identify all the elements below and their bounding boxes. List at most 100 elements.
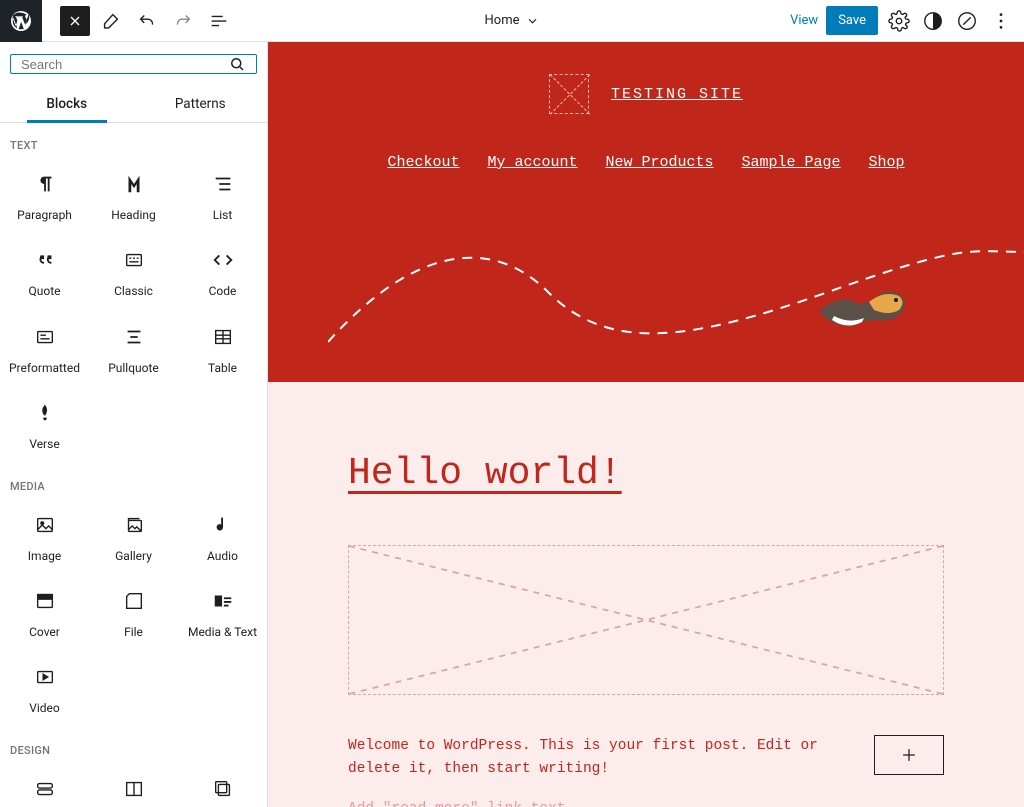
video-icon: [33, 665, 57, 689]
document-overview-button[interactable]: [204, 6, 234, 36]
topbar-right: View Save: [790, 6, 1024, 35]
site-logo-placeholder[interactable]: [549, 74, 589, 114]
post-excerpt[interactable]: Welcome to WordPress. This is your first…: [348, 735, 844, 781]
block-buttons[interactable]: [0, 763, 89, 807]
plus-icon: [899, 745, 919, 765]
section-title-text: TEXT: [0, 123, 267, 158]
post-title-link[interactable]: Hello world!: [348, 452, 944, 495]
options-button[interactable]: [988, 8, 1014, 34]
gallery-icon: [122, 513, 146, 537]
block-gallery[interactable]: Gallery: [89, 499, 178, 575]
readmore-placeholder[interactable]: Add "read more" link text: [348, 801, 844, 807]
classic-icon: [122, 248, 146, 272]
styles-icon: [922, 10, 944, 32]
block-audio[interactable]: Audio: [178, 499, 267, 575]
nav-item-shop[interactable]: Shop: [869, 154, 905, 171]
block-pullquote[interactable]: Pullquote: [89, 311, 178, 387]
preformatted-icon: [33, 325, 57, 349]
site-title[interactable]: TESTING SITE: [611, 86, 743, 103]
verse-icon: [33, 401, 57, 425]
search-input[interactable]: [21, 57, 228, 72]
tab-blocks[interactable]: Blocks: [0, 84, 134, 122]
image-icon: [33, 513, 57, 537]
inserter-search[interactable]: [10, 54, 257, 74]
heading-icon: [122, 172, 146, 196]
add-block-button[interactable]: [874, 735, 944, 775]
block-heading[interactable]: Heading: [89, 158, 178, 234]
undo-icon: [136, 10, 158, 32]
tab-patterns[interactable]: Patterns: [134, 84, 268, 122]
block-media-text[interactable]: Media & Text: [178, 575, 267, 651]
close-inserter-button[interactable]: [60, 6, 90, 36]
block-classic[interactable]: Classic: [89, 234, 178, 310]
undo-button[interactable]: [132, 6, 162, 36]
block-quote[interactable]: Quote: [0, 234, 89, 310]
bird-illustration: [814, 282, 914, 342]
block-paragraph[interactable]: Paragraph: [0, 158, 89, 234]
excerpt-row: Welcome to WordPress. This is your first…: [348, 735, 944, 807]
settings-button[interactable]: [886, 8, 912, 34]
nav-item-new-products[interactable]: New Products: [605, 154, 713, 171]
wordpress-logo-button[interactable]: [0, 0, 42, 42]
nav-item-checkout[interactable]: Checkout: [387, 154, 459, 171]
block-grid-media: Image Gallery Audio Cover File Media & T…: [0, 499, 267, 728]
block-inserter-panel: Blocks Patterns TEXT Paragraph Heading L…: [0, 42, 268, 807]
block-verse[interactable]: Verse: [0, 387, 89, 463]
section-title-media: MEDIA: [0, 464, 267, 499]
block-video[interactable]: Video: [0, 651, 89, 727]
block-preformatted[interactable]: Preformatted: [0, 311, 89, 387]
block-group[interactable]: [178, 763, 267, 807]
editor-canvas[interactable]: TESTING SITE Checkout My account New Pro…: [268, 42, 1024, 807]
cover-icon: [33, 589, 57, 613]
topbar-left: [0, 0, 234, 41]
document-title: Home: [485, 13, 520, 28]
document-title-dropdown[interactable]: Home: [485, 13, 540, 28]
view-link[interactable]: View: [790, 13, 818, 28]
revisions-button[interactable]: [954, 8, 980, 34]
search-icon: [228, 55, 246, 73]
quote-icon: [33, 248, 57, 272]
group-icon: [211, 777, 235, 801]
styles-button[interactable]: [920, 8, 946, 34]
a11y-icon: [956, 10, 978, 32]
columns-icon: [122, 777, 146, 801]
block-grid-design: [0, 763, 267, 807]
site-header-block[interactable]: TESTING SITE Checkout My account New Pro…: [268, 42, 1024, 382]
block-image[interactable]: Image: [0, 499, 89, 575]
save-button[interactable]: Save: [826, 6, 878, 35]
block-grid-text: Paragraph Heading List Quote Classic Cod…: [0, 158, 267, 464]
block-table[interactable]: Table: [178, 311, 267, 387]
edit-icon: [100, 10, 122, 32]
section-title-design: DESIGN: [0, 728, 267, 763]
editor-main: Blocks Patterns TEXT Paragraph Heading L…: [0, 42, 1024, 807]
chevron-down-icon: [525, 14, 539, 28]
block-cover[interactable]: Cover: [0, 575, 89, 651]
inserter-tabs: Blocks Patterns: [0, 84, 267, 123]
site-navigation[interactable]: Checkout My account New Products Sample …: [387, 154, 904, 171]
close-icon: [67, 13, 83, 29]
media-text-icon: [211, 589, 235, 613]
tools-button[interactable]: [96, 6, 126, 36]
block-code[interactable]: Code: [178, 234, 267, 310]
list-view-icon: [208, 10, 230, 32]
block-file[interactable]: File: [89, 575, 178, 651]
block-columns[interactable]: [89, 763, 178, 807]
more-vertical-icon: [990, 10, 1012, 32]
site-title-row: TESTING SITE: [549, 74, 743, 114]
list-icon: [211, 172, 235, 196]
nav-item-my-account[interactable]: My account: [487, 154, 577, 171]
paragraph-icon: [33, 172, 57, 196]
buttons-icon: [33, 777, 57, 801]
post-content: Hello world! Welcome to WordPress. This …: [268, 382, 1024, 807]
gear-icon: [888, 10, 910, 32]
file-icon: [122, 589, 146, 613]
redo-icon: [172, 10, 194, 32]
nav-item-sample-page[interactable]: Sample Page: [742, 154, 841, 171]
featured-image-placeholder[interactable]: [348, 545, 944, 695]
decorative-path: [328, 232, 1024, 352]
code-icon: [211, 248, 235, 272]
redo-button[interactable]: [168, 6, 198, 36]
block-list[interactable]: List: [178, 158, 267, 234]
table-icon: [211, 325, 235, 349]
pullquote-icon: [122, 325, 146, 349]
